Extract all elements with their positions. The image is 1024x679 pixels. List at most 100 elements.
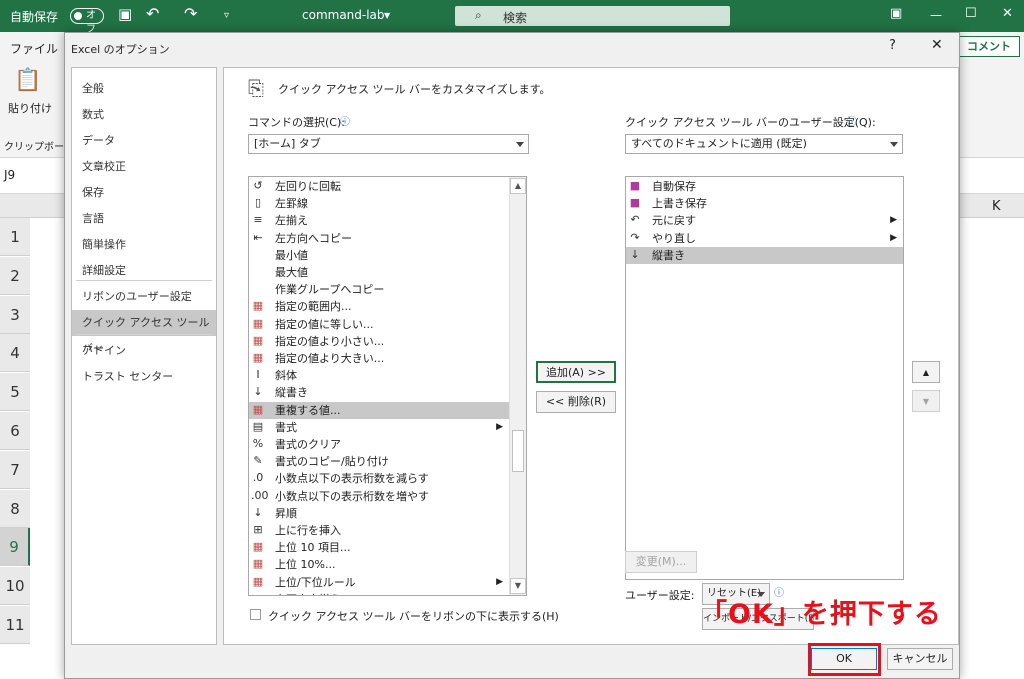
modify-button[interactable]: 変更(M)... bbox=[625, 551, 697, 573]
nav-item[interactable]: クイック アクセス ツール バー bbox=[72, 310, 216, 355]
list-item[interactable]: ↶ 元に戻す ▶ bbox=[626, 212, 903, 229]
item-label: やり直し bbox=[652, 231, 696, 245]
increase-decimal-icon: .00 bbox=[251, 488, 269, 502]
italic-icon: I bbox=[256, 368, 260, 382]
below-ribbon-checkbox[interactable] bbox=[250, 609, 261, 620]
customize-qat-icon[interactable]: ▿ bbox=[224, 10, 229, 21]
name-box[interactable]: J9 bbox=[4, 168, 15, 182]
insert-row-icon: ⊞ bbox=[253, 523, 263, 536]
choose-commands-dropdown[interactable]: [ホーム] タブ bbox=[248, 134, 529, 154]
save-icon[interactable]: ▣ bbox=[118, 5, 132, 23]
comment-button[interactable]: コメント bbox=[958, 36, 1020, 57]
list-item[interactable]: ▦ 上位/下位ルール ▶ bbox=[249, 574, 509, 591]
row-header-4[interactable]: 4 bbox=[0, 334, 30, 373]
list-item[interactable]: ▯ 左罫線 bbox=[249, 195, 509, 212]
scroll-down-icon[interactable]: ▼ bbox=[510, 578, 526, 594]
add-button[interactable]: 追加(A) >> bbox=[536, 361, 616, 383]
list-item[interactable]: ▤ 書式 ▶ bbox=[249, 419, 509, 436]
redo-icon[interactable]: ↷ bbox=[184, 4, 197, 23]
move-up-button[interactable]: ▲ bbox=[912, 361, 940, 383]
minimize-icon[interactable]: — bbox=[930, 8, 942, 22]
list-item[interactable]: % 書式のクリア bbox=[249, 436, 509, 453]
row-header-9[interactable]: 9 bbox=[0, 528, 30, 567]
nav-item[interactable]: アドイン bbox=[72, 338, 216, 364]
list-item[interactable]: ▦ 上位 10%... bbox=[249, 556, 509, 573]
customize-qat-value: すべてのドキュメントに適用 (既定) bbox=[631, 137, 807, 150]
nav-item[interactable]: 言語 bbox=[72, 206, 216, 232]
move-down-button[interactable]: ▼ bbox=[912, 390, 940, 412]
nav-item[interactable]: データ bbox=[72, 128, 216, 154]
scroll-thumb[interactable] bbox=[512, 430, 524, 472]
row-header-1[interactable]: 1 bbox=[0, 218, 30, 256]
tab-file[interactable]: ファイル bbox=[10, 40, 58, 57]
list-item[interactable]: ■ 自動保存 bbox=[626, 178, 903, 195]
file-title[interactable]: command-lab bbox=[302, 8, 385, 22]
list-item[interactable]: ▦ 指定の値より小さい... bbox=[249, 333, 509, 350]
duplicate-rule-icon: ▦ bbox=[252, 402, 264, 416]
help-icon[interactable]: ? bbox=[889, 38, 896, 53]
commands-list[interactable]: ▲ ▼ ↺ 左回りに回転 ▯ 左罫線 ≡ 左揃え ⇤ 左方向へコピー 最小値 最大値 作業グループへ… bbox=[248, 176, 527, 596]
maximize-icon[interactable]: ☐ bbox=[965, 6, 977, 21]
list-item[interactable]: ▦ 指定の値より大きい... bbox=[249, 350, 509, 367]
nav-item[interactable]: 数式 bbox=[72, 102, 216, 128]
chevron-down-icon[interactable]: ▼ bbox=[384, 11, 390, 20]
close-window-icon[interactable]: ✕ bbox=[1002, 6, 1013, 21]
info-icon: ⓘ bbox=[340, 117, 350, 128]
list-item[interactable]: ↓ 縦書き bbox=[626, 246, 903, 264]
nav-item[interactable]: 保存 bbox=[72, 180, 216, 206]
customize-qat-dropdown[interactable]: すべてのドキュメントに適用 (既定) bbox=[625, 134, 903, 154]
list-item[interactable]: 最小値 bbox=[249, 247, 509, 264]
column-header-k[interactable]: K bbox=[992, 199, 1001, 214]
list-item[interactable]: 作業グループへコピー bbox=[249, 281, 509, 298]
list-item[interactable]: ↓ 昇順 bbox=[249, 505, 509, 522]
list-item[interactable]: ⇤ 左方向へコピー bbox=[249, 230, 509, 247]
item-label: 左回りに回転 bbox=[275, 180, 341, 193]
list-item[interactable]: ▦ 指定の値に等しい... bbox=[249, 316, 509, 333]
close-icon[interactable]: ✕ bbox=[931, 37, 943, 53]
paste-icon[interactable]: 📋 bbox=[14, 68, 41, 93]
row-header-11[interactable]: 11 bbox=[0, 606, 30, 644]
nav-item[interactable]: 文章校正 bbox=[72, 154, 216, 180]
section-header: クイック アクセス ツール バーをカスタマイズします。 bbox=[278, 83, 551, 96]
row-header-6[interactable]: 6 bbox=[0, 412, 30, 450]
list-item[interactable]: .00 小数点以下の表示桁数を増やす bbox=[249, 488, 509, 505]
list-item[interactable]: ■ 上書き保存 bbox=[626, 195, 903, 212]
paste-label[interactable]: 貼り付け bbox=[8, 100, 52, 116]
list-item[interactable]: 最大値 bbox=[249, 264, 509, 281]
row-header-8[interactable]: 8 bbox=[0, 489, 30, 528]
list-item[interactable]: I 斜体 bbox=[249, 367, 509, 384]
scroll-up-icon[interactable]: ▲ bbox=[510, 178, 526, 194]
list-item[interactable]: ≡ 左揃え bbox=[249, 212, 509, 229]
list-item[interactable]: 上下中央揃え bbox=[249, 591, 509, 595]
list-item[interactable]: ▦ 重複する値... bbox=[249, 401, 509, 419]
list-item[interactable]: ✎ 書式のコピー/貼り付け bbox=[249, 453, 509, 470]
row-header-7[interactable]: 7 bbox=[0, 450, 30, 489]
undo-icon[interactable]: ↶ bbox=[146, 4, 159, 23]
nav-item[interactable]: トラスト センター bbox=[72, 364, 216, 390]
nav-item[interactable]: リボンのユーザー設定 bbox=[72, 284, 216, 310]
row-header-5[interactable]: 5 bbox=[0, 373, 30, 412]
row-header-3[interactable]: 3 bbox=[0, 295, 30, 334]
list-item[interactable]: .0 小数点以下の表示桁数を減らす bbox=[249, 470, 509, 487]
remove-button[interactable]: << 削除(R) bbox=[536, 391, 616, 413]
list-item[interactable]: ↓ 縦書き bbox=[249, 384, 509, 401]
autosave-toggle[interactable]: オフ bbox=[70, 8, 104, 35]
row-header-2[interactable]: 2 bbox=[0, 256, 30, 295]
options-dialog: Excel のオプション ? ✕ 全般 数式 データ 文章校正 保存 言語 簡単操作 詳細設定… bbox=[64, 32, 960, 679]
ribbon-display-icon[interactable]: ▣ bbox=[890, 6, 902, 21]
nav-item[interactable]: 全般 bbox=[72, 76, 216, 102]
row-header-10[interactable]: 10 bbox=[0, 567, 30, 606]
list-item[interactable]: ▦ 上位 10 項目... bbox=[249, 539, 509, 556]
greater-rule-icon: ▦ bbox=[252, 351, 264, 364]
list-item[interactable]: ↺ 左回りに回転 bbox=[249, 178, 509, 195]
list-item[interactable]: ⊞ 上に行を挿入 bbox=[249, 522, 509, 539]
list-item[interactable]: ▦ 指定の範囲内... bbox=[249, 298, 509, 315]
nav-item[interactable]: 簡単操作 bbox=[72, 232, 216, 258]
triangle-up-icon: ▲ bbox=[922, 368, 930, 377]
commands-scrollbar[interactable]: ▲ ▼ bbox=[509, 177, 526, 595]
list-item[interactable]: ↷ やり直し ▶ bbox=[626, 230, 903, 247]
fill-left-icon: ⇤ bbox=[253, 230, 263, 244]
search-box[interactable]: ⌕ 検索 bbox=[455, 6, 730, 26]
qat-items-list[interactable]: ■ 自動保存 ■ 上書き保存 ↶ 元に戻す ▶ ↷ やり直し ▶ ↓ 縦書き bbox=[625, 176, 904, 580]
cancel-button[interactable]: キャンセル bbox=[887, 648, 953, 670]
